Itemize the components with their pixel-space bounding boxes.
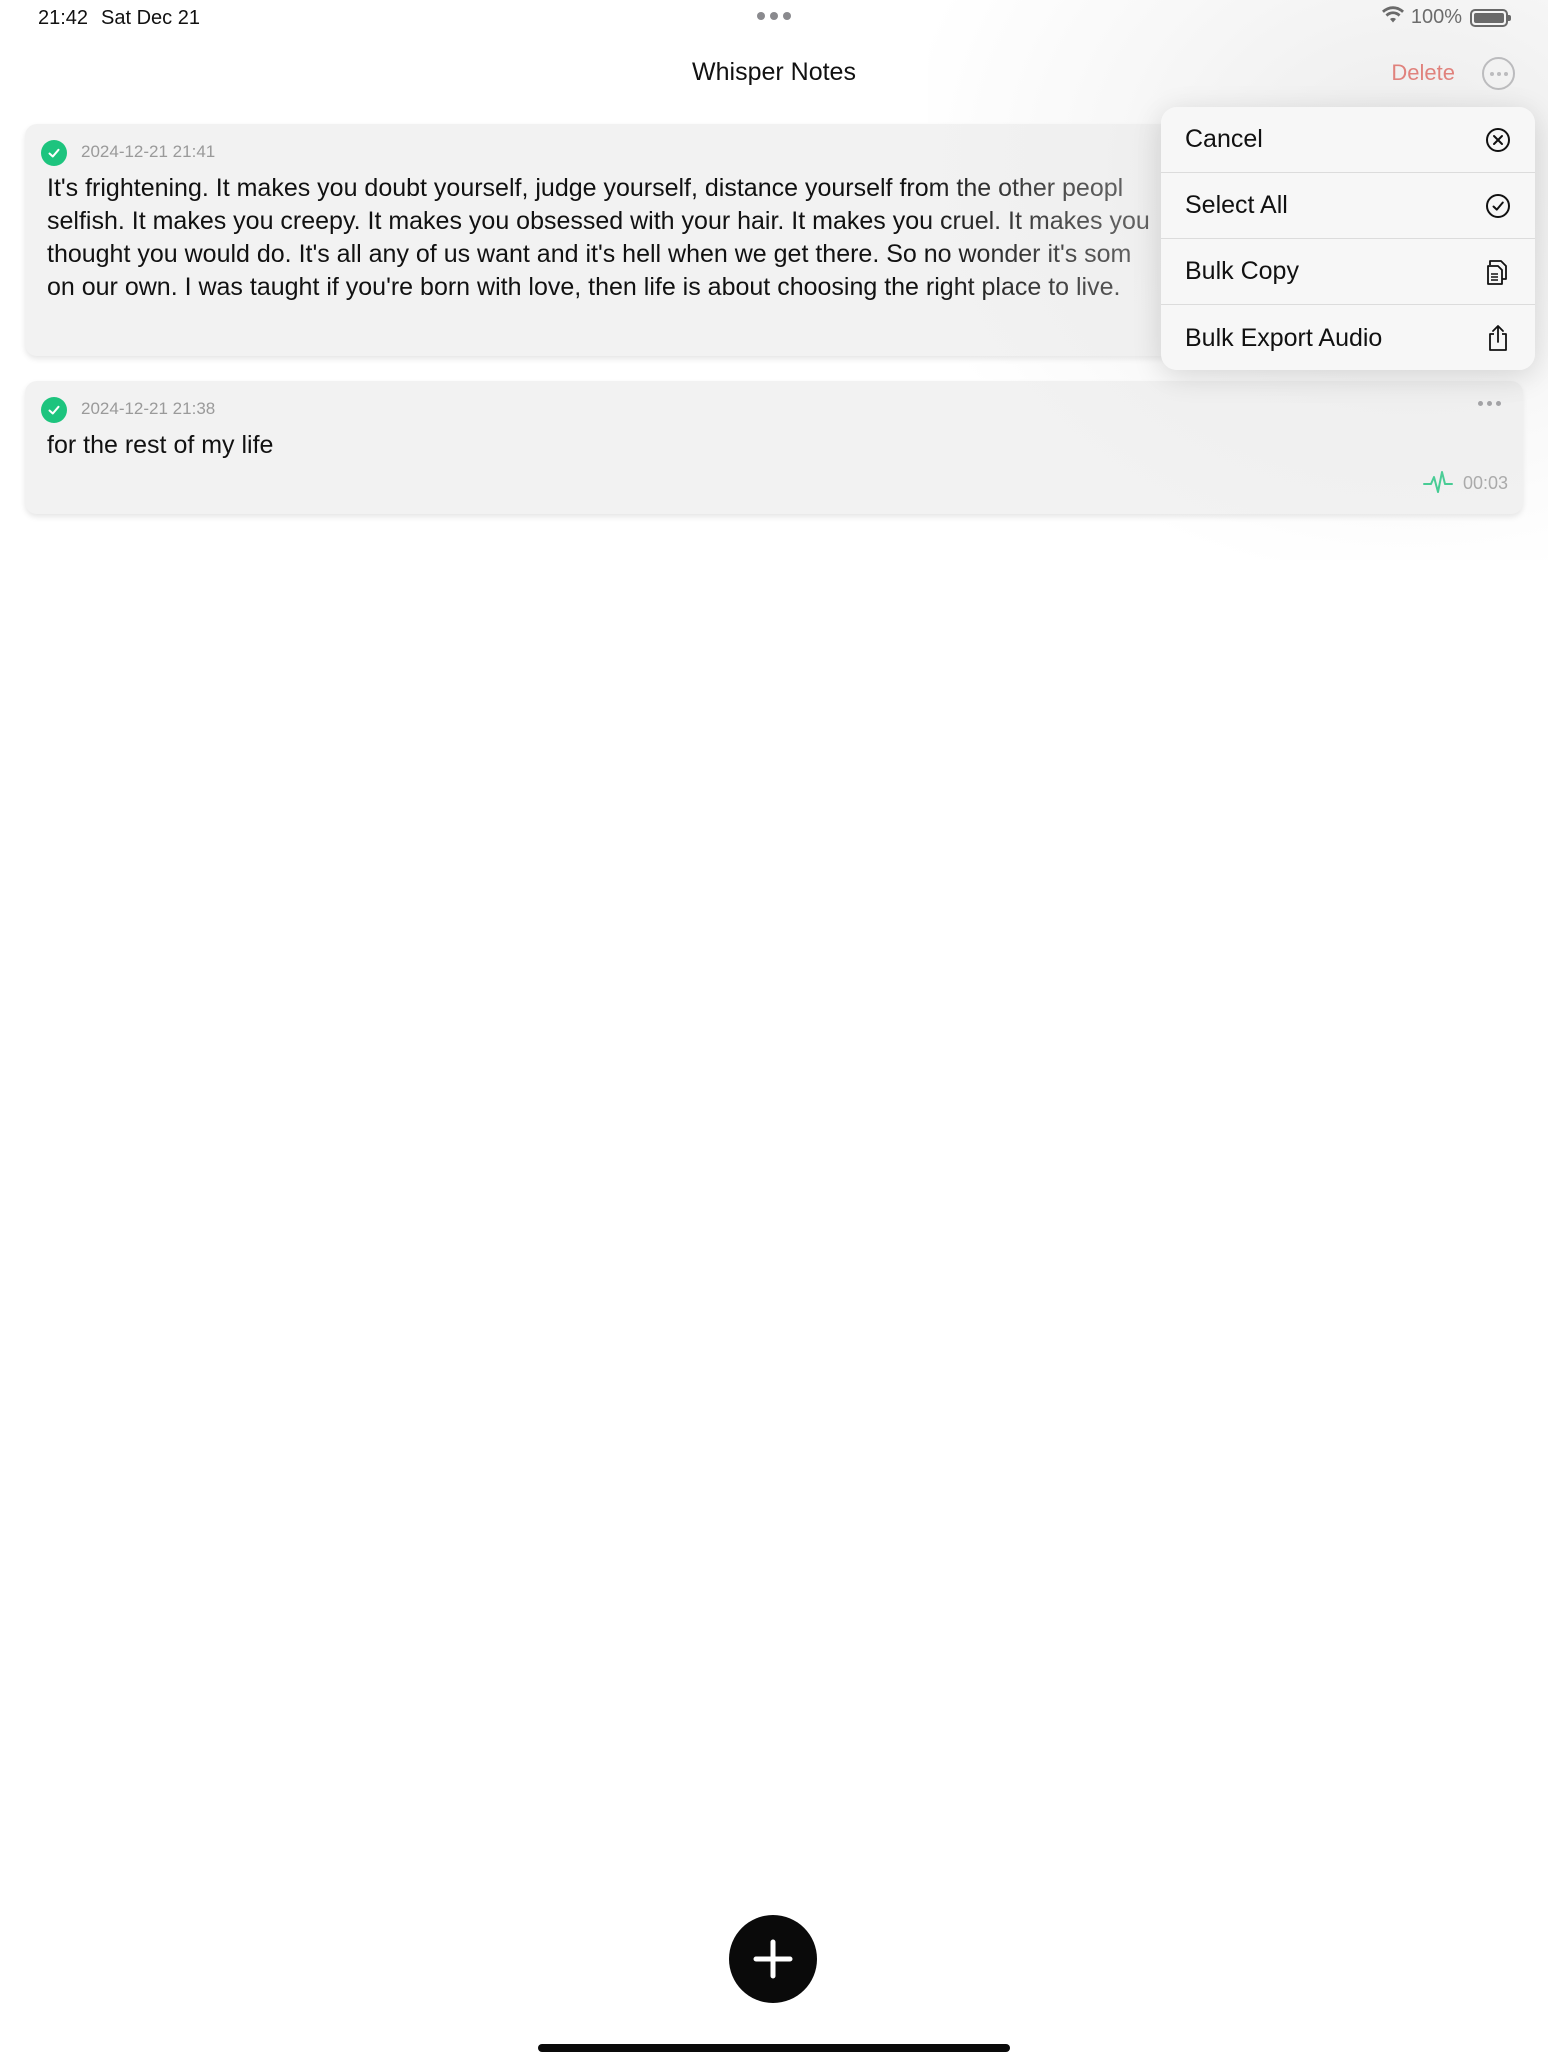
waveform-icon[interactable] (1422, 468, 1453, 498)
app-screen: 21:42 Sat Dec 21 100% Whisper Notes Dele… (0, 0, 1548, 2064)
status-date: Sat Dec 21 (101, 7, 200, 29)
checkmark-circle-icon (1483, 191, 1513, 221)
share-icon (1483, 323, 1513, 353)
menu-item-label: Bulk Copy (1185, 257, 1299, 285)
audio-duration: 00:03 (1462, 472, 1508, 493)
options-menu: Cancel Select All Bulk Copy Bulk Export … (1161, 107, 1535, 370)
menu-item-bulk-copy[interactable]: Bulk Copy (1161, 239, 1535, 305)
plus-icon (753, 1939, 793, 1979)
note-more-icon[interactable] (1478, 401, 1501, 406)
menu-item-bulk-export-audio[interactable]: Bulk Export Audio (1161, 305, 1535, 370)
status-indicators: 100% (1381, 6, 1511, 29)
selected-checkmark-icon[interactable] (41, 397, 67, 423)
menu-item-label: Bulk Export Audio (1185, 323, 1383, 352)
note-transcript: for the rest of my life (47, 431, 274, 459)
xmark-circle-icon (1483, 125, 1513, 155)
menu-item-label: Cancel (1185, 125, 1263, 153)
battery-percent: 100% (1410, 6, 1462, 28)
note-transcript: It's frightening. It makes you doubt you… (47, 174, 1150, 301)
menu-item-select-all[interactable]: Select All (1161, 173, 1535, 239)
menu-item-label: Select All (1185, 191, 1288, 219)
audio-info: 00:03 (1422, 468, 1508, 498)
copy-documents-icon (1483, 257, 1513, 287)
status-time: 21:42 (38, 7, 89, 29)
more-options-icon[interactable] (1482, 57, 1515, 90)
status-bar: 21:42 Sat Dec 21 100% (0, 0, 1548, 36)
wifi-icon (1381, 6, 1405, 29)
note-timestamp: 2024-12-21 21:41 (81, 142, 216, 161)
battery-icon (1470, 8, 1511, 27)
note-card[interactable]: 2024-12-21 21:38 for the rest of my life… (25, 381, 1523, 514)
delete-button[interactable]: Delete (1391, 60, 1455, 86)
add-note-button[interactable] (729, 1915, 817, 2003)
home-indicator[interactable] (538, 2044, 1010, 2052)
note-timestamp: 2024-12-21 21:38 (81, 399, 216, 418)
multitasking-dots-icon[interactable] (757, 12, 791, 20)
menu-item-cancel[interactable]: Cancel (1161, 107, 1535, 173)
page-title: Whisper Notes (692, 58, 856, 86)
selected-checkmark-icon[interactable] (41, 140, 67, 166)
